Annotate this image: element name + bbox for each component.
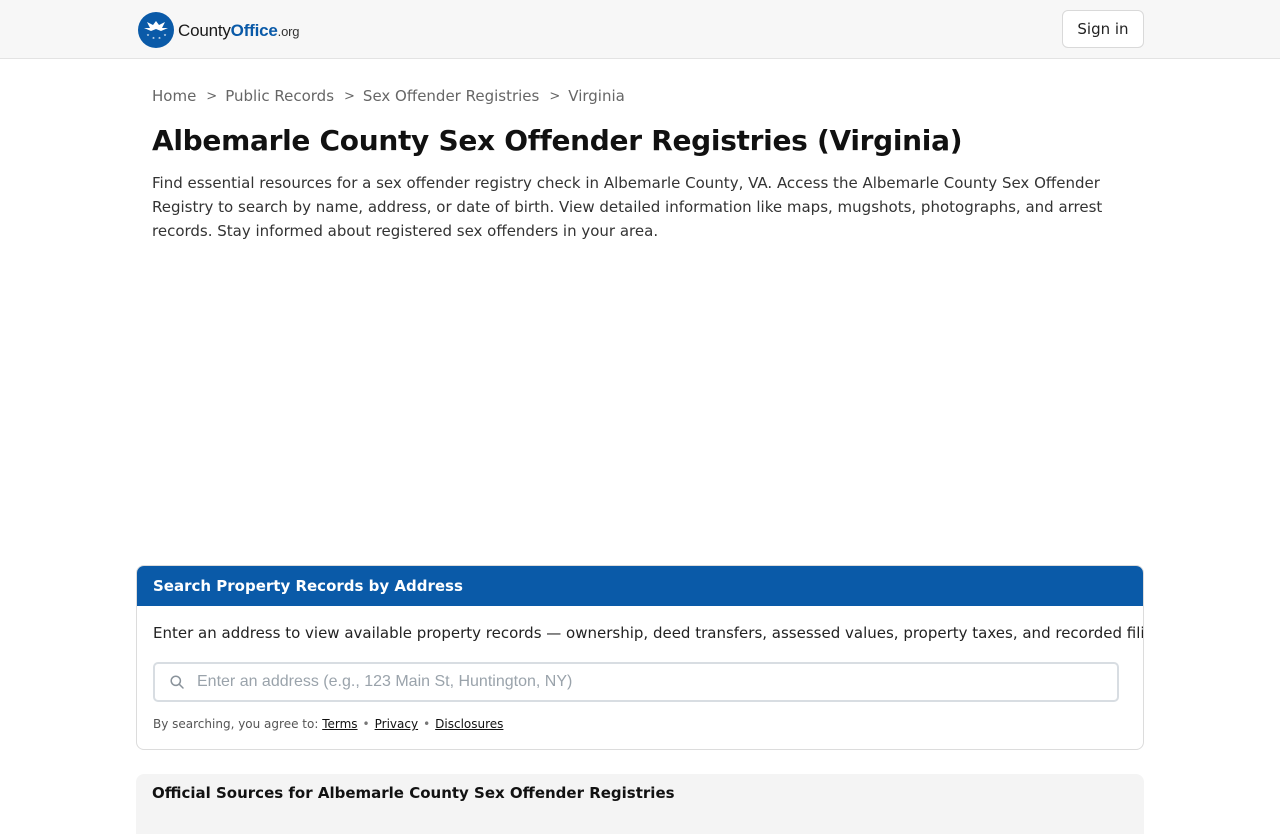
breadcrumb-separator: > bbox=[344, 88, 355, 104]
page-title: Albemarle County Sex Offender Registries… bbox=[152, 124, 963, 157]
logo-county: County bbox=[178, 21, 231, 40]
logo-office: Office bbox=[230, 21, 278, 40]
address-search-input[interactable] bbox=[197, 667, 1097, 697]
official-sources-panel: Official Sources for Albemarle County Se… bbox=[136, 774, 1144, 834]
terms-link[interactable]: Terms bbox=[322, 717, 357, 731]
site-header: CountyOffice.org Sign in bbox=[0, 0, 1280, 59]
logo-tld: .org bbox=[277, 24, 300, 39]
breadcrumb-separator: > bbox=[206, 88, 218, 104]
breadcrumb-sex-offender-registries[interactable]: Sex Offender Registries bbox=[363, 87, 539, 105]
eagle-seal-icon bbox=[138, 12, 174, 48]
site-logo[interactable]: CountyOffice.org bbox=[138, 12, 299, 48]
link-separator: • bbox=[362, 717, 370, 731]
link-separator: • bbox=[423, 717, 431, 731]
breadcrumb: Home > Public Records > Sex Offender Reg… bbox=[152, 86, 625, 106]
official-sources-title: Official Sources for Albemarle County Se… bbox=[152, 784, 675, 802]
page-intro: Find essential resources for a sex offen… bbox=[152, 174, 1103, 240]
property-search-card-title: Search Property Records by Address bbox=[137, 566, 1143, 606]
breadcrumb-home[interactable]: Home bbox=[152, 87, 196, 105]
breadcrumb-public-records[interactable]: Public Records bbox=[225, 87, 334, 105]
sign-in-button[interactable]: Sign in bbox=[1062, 10, 1144, 48]
disclosures-link[interactable]: Disclosures bbox=[435, 717, 503, 731]
logo-wordmark: CountyOffice.org bbox=[178, 21, 299, 41]
property-search-card: Search Property Records by Address Enter… bbox=[136, 565, 1144, 750]
search-agreement: By searching, you agree to: Terms • Privac… bbox=[153, 717, 503, 731]
address-search-box[interactable] bbox=[153, 662, 1119, 702]
breadcrumb-virginia[interactable]: Virginia bbox=[568, 87, 625, 105]
agreement-prefix: By searching, you agree to: bbox=[153, 717, 319, 731]
breadcrumb-separator: > bbox=[549, 88, 561, 104]
search-icon bbox=[170, 675, 184, 689]
privacy-link[interactable]: Privacy bbox=[375, 717, 418, 731]
property-search-description: Enter an address to view available prope… bbox=[153, 624, 1144, 642]
